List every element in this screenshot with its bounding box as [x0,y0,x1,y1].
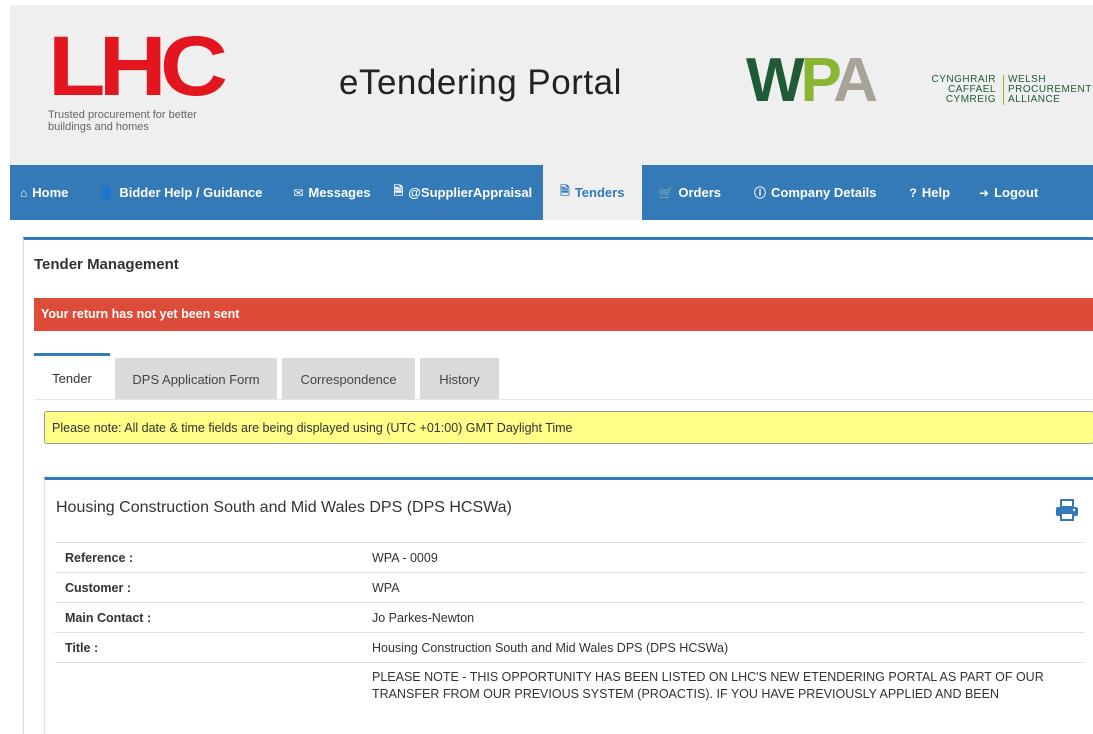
nav-home[interactable]: ⌂ Home [10,165,79,220]
page-title: Tender Management [34,256,179,273]
nav-supplier-appraisal-label: @SupplierAppraisal [408,185,533,200]
print-icon[interactable] [1055,499,1079,521]
title-label: Title : [65,641,99,655]
nav-company-details[interactable]: ⓘ Company Details [732,165,888,220]
detail-row-customer: Customer : WPA [55,572,1084,602]
file-icon: 🗎 [393,184,404,198]
nav-tenders[interactable]: 🗎 Tenders [543,165,643,220]
tab-history[interactable]: History [420,358,499,400]
nav-help-label: Help [921,185,951,200]
timezone-notice: Please note: All date & time fields are … [44,411,1093,444]
home-icon: ⌂ [20,185,28,200]
user-icon: 👤 [99,185,115,200]
nav-logout[interactable]: ➜ Logout [961,165,1049,220]
info-icon: ⓘ [754,186,767,200]
nav-help[interactable]: ? Help [888,165,962,220]
main-contact-value: Jo Parkes-Newton [372,611,475,625]
nav-messages-label: Messages [308,185,371,200]
tender-details-table: Reference : WPA - 0009 Customer : WPA Ma… [55,542,1084,722]
detail-row-reference: Reference : WPA - 0009 [55,542,1084,572]
return-not-sent-alert: Your return has not yet been sent [34,298,1093,331]
nav-home-label: Home [32,185,69,200]
main-nav: ⌂ Home 👤 Bidder Help / Guidance ✉ Messages … [10,165,1093,220]
nav-orders-label: Orders [678,185,722,200]
tab-correspondence[interactable]: Correspondence [282,358,415,400]
nav-tenders-label: Tenders [574,185,625,200]
wpa-logo-p: P [800,46,838,115]
lhc-logo[interactable]: LHC Trusted procurement for better build… [48,24,228,133]
tender-details-box: Housing Construction South and Mid Wales… [44,477,1093,734]
wpa-welsh-name: CYNGHRAIR CAFFAEL CYMREIG [931,74,996,105]
question-icon: ? [909,185,917,200]
tender-title: Housing Construction South and Mid Wales… [56,499,512,516]
wpa-logo: WPA [746,50,878,112]
nav-bidder-help-label: Bidder Help / Guidance [119,185,263,200]
reference-value: WPA - 0009 [372,551,438,565]
reference-label: Reference : [65,551,134,565]
envelope-icon: ✉ [293,185,304,200]
nav-company-details-label: Company Details [771,185,877,200]
tabs-divider [34,399,1093,400]
tender-management-panel: Tender Management Your return has not ye… [23,237,1093,734]
detail-row-title: Title : Housing Construction South and M… [55,632,1084,662]
customer-label: Customer : [65,581,131,595]
detail-row-main-contact: Main Contact : Jo Parkes-Newton [55,602,1084,632]
logout-icon: ➜ [979,185,990,200]
nav-bidder-help[interactable]: 👤 Bidder Help / Guidance [79,165,273,220]
title-value: Housing Construction South and Mid Wales… [372,641,729,655]
main-contact-label: Main Contact : [65,611,152,625]
portal-title: eTendering Portal [339,63,622,102]
site-header: LHC Trusted procurement for better build… [10,5,1093,165]
wpa-logo-a: A [833,46,878,115]
file-text-icon: 🗎 [560,184,570,198]
wpa-english-name: WELSH PROCUREMENT ALLIANCE [1003,75,1093,105]
tab-tender[interactable]: Tender [34,353,110,400]
nav-messages[interactable]: ✉ Messages [273,165,381,220]
wpa-logo-w: W [746,46,804,115]
description-value: PLEASE NOTE - THIS OPPORTUNITY HAS BEEN … [372,670,1044,701]
detail-row-description: PLEASE NOTE - THIS OPPORTUNITY HAS BEEN … [55,662,1084,722]
lhc-logo-letters: LHC [48,19,228,113]
cart-icon: 🛒 [658,185,674,200]
tab-dps-application-form[interactable]: DPS Application Form [115,358,277,400]
nav-orders[interactable]: 🛒 Orders [642,165,732,220]
nav-supplier-appraisal[interactable]: 🗎 @SupplierAppraisal [382,165,544,220]
customer-value: WPA [372,581,400,595]
nav-logout-label: Logout [994,185,1039,200]
